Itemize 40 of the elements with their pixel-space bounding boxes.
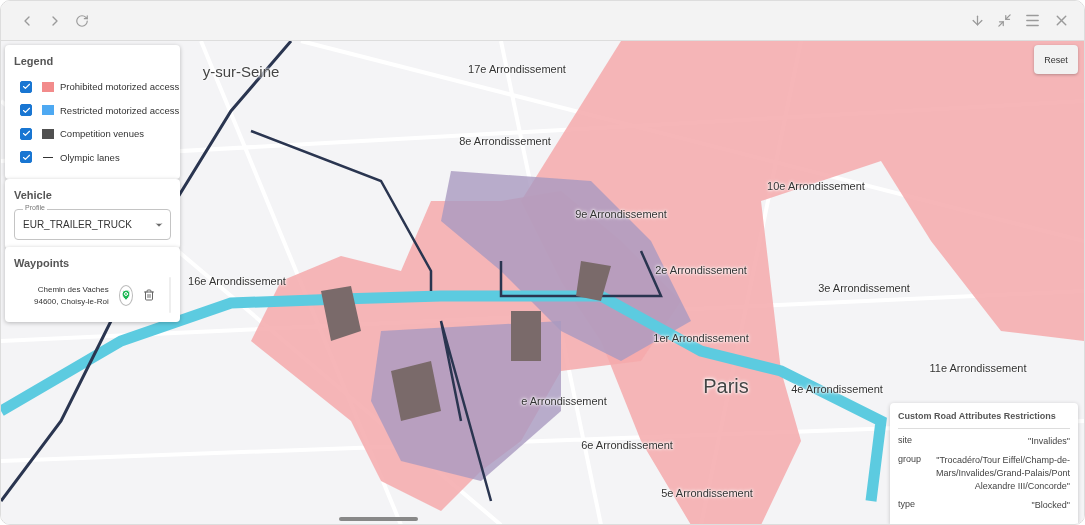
menu-icon[interactable] <box>1024 12 1041 29</box>
download-icon[interactable] <box>970 13 985 28</box>
minimize-icon[interactable] <box>997 13 1012 28</box>
district-label: 16e Arrondissement <box>188 275 286 287</box>
delete-icon[interactable] <box>142 289 155 301</box>
district-label: 9e Arrondissement <box>575 208 667 220</box>
district-label: 17e Arrondissement <box>468 63 566 75</box>
vehicle-title: Vehicle <box>14 189 53 201</box>
district-label: 2e Arrondissement <box>655 264 747 276</box>
pin-icon <box>119 289 132 301</box>
district-label: 3e Arrondissement <box>818 282 910 294</box>
reload-icon[interactable] <box>75 13 89 28</box>
legend-label: Prohibited motorized access <box>60 81 180 93</box>
city-label: Paris <box>703 374 749 398</box>
district-label: 10e Arrondissement <box>767 180 865 192</box>
district-label: 6e Arrondissement <box>581 439 673 451</box>
attribute-key: group <box>898 453 922 493</box>
legend-label: Restricted motorized access <box>60 104 180 116</box>
waypoints-title: Waypoints <box>14 257 71 269</box>
district-label: 11e Arrondissement <box>929 362 1027 374</box>
legend-checkbox[interactable] <box>20 104 32 117</box>
attribute-value: "Blocked" <box>1031 498 1070 512</box>
reset-button[interactable]: Reset <box>1034 45 1078 74</box>
restrictions-title: Custom Road Attributes Restrictions <box>898 410 1070 429</box>
legend-label: Olympic lanes <box>60 151 120 163</box>
waypoint-address: 94600, Choisy-le-Roi <box>34 296 109 306</box>
legend-checkbox[interactable] <box>20 151 32 164</box>
attribute-key: type <box>898 498 915 512</box>
district-label: 8e Arrondissement <box>459 135 551 147</box>
waypoint-address: Chemin des Vaches <box>37 284 109 294</box>
legend-label: Competition venues <box>60 128 144 140</box>
legend-title: Legend <box>14 55 55 67</box>
attribute-key: site <box>898 434 912 448</box>
attribute-value: "Trocadéro/Tour Eiffel/Champ-de-Mars/Invalides/Grand-Palais/Pont Alexandre III/Concorde" <box>934 453 1070 493</box>
location-pin-button[interactable] <box>118 284 133 306</box>
legend-checkbox[interactable] <box>20 80 32 93</box>
district-label: 5e Arrondissement <box>661 487 753 499</box>
attribute-value: "Invalides" <box>1028 434 1070 448</box>
legend-checkbox[interactable] <box>20 127 32 140</box>
district-label: e Arrondissement <box>521 395 607 407</box>
